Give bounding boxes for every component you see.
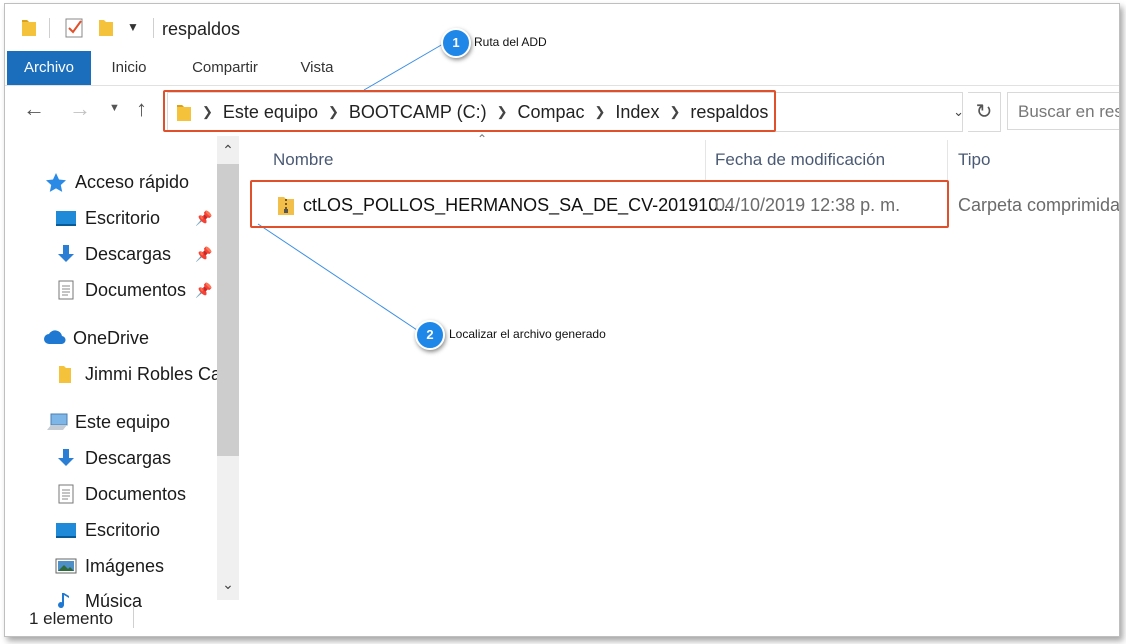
annotation-text-1: Ruta del ADD (474, 35, 547, 49)
file-highlight-box (250, 180, 949, 228)
annotation-badge-2: 2 (415, 320, 445, 350)
annotation-text-2: Localizar el archivo generado (449, 327, 606, 341)
annotation-2-line (257, 223, 418, 331)
address-highlight-box (163, 90, 776, 132)
annotation-1-line (363, 43, 444, 91)
annotation-badge-1: 1 (441, 28, 471, 58)
